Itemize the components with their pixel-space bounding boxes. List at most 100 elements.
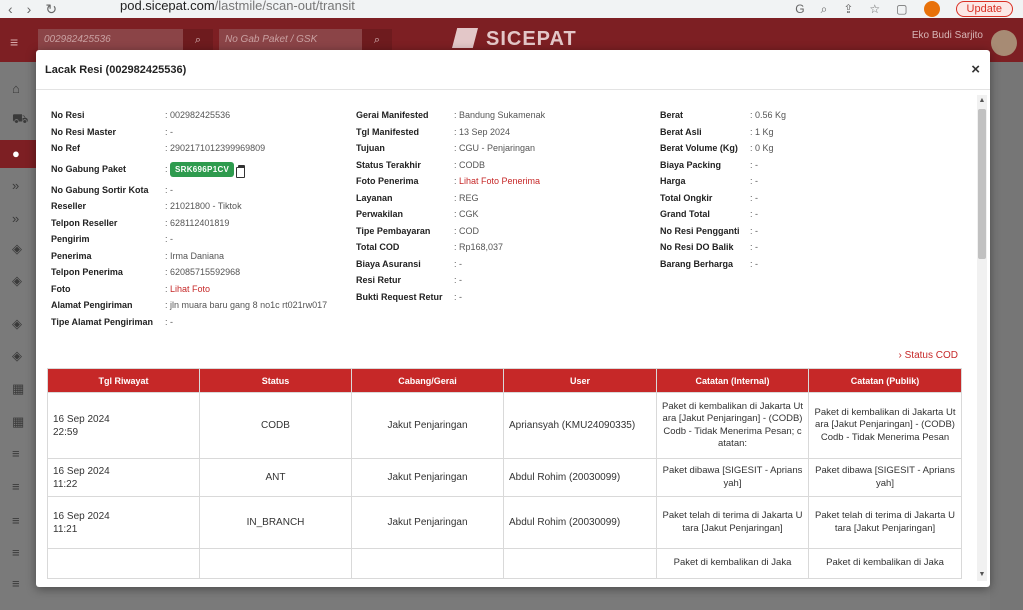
- box-icon[interactable]: ◈: [12, 349, 26, 363]
- info-value: -: [170, 184, 174, 195]
- info-no-resi-do-balik: No Resi DO Balik: -: [660, 242, 759, 253]
- avatar[interactable]: [991, 30, 1017, 56]
- cell-note-public: Paket dibawa [SIGESIT - Apriansyah]: [808, 458, 962, 497]
- cell-user: [503, 548, 657, 579]
- info-foto-penerima: Foto Penerima: Lihat Foto Penerima: [356, 176, 541, 187]
- info-no-gabung-sortir: No Gabung Sortir Kota: -: [51, 184, 174, 195]
- info-column-3: Berat: 0.56 Kg Berat Asli: 1 Kg Berat Vo…: [660, 107, 786, 272]
- home-icon[interactable]: ⌂: [12, 82, 26, 96]
- gabung-search-input[interactable]: No Gab Paket / GSK: [219, 29, 365, 51]
- back-icon[interactable]: ‹: [8, 1, 13, 17]
- info-label: No Resi Pengganti: [660, 225, 740, 236]
- info-label: Biaya Packing: [660, 159, 722, 170]
- scroll-up-icon[interactable]: ▲: [978, 97, 986, 105]
- info-status-terakhir: Status Terakhir: CODB: [356, 159, 486, 170]
- info-label: No Resi DO Balik: [660, 242, 734, 253]
- info-label: No Ref: [51, 143, 80, 154]
- copy-icon[interactable]: [236, 164, 246, 178]
- cell-note-internal: Paket dibawa [SIGESIT - Apriansyah]: [656, 458, 809, 497]
- info-value: -: [755, 192, 759, 203]
- scrollbar-thumb[interactable]: [978, 109, 986, 259]
- info-label: Perwakilan: [356, 209, 404, 220]
- info-value: 1 Kg: [755, 126, 774, 137]
- table-row: 16 Sep 2024 22:59 CODB Jakut Penjaringan …: [47, 392, 962, 459]
- box-icon[interactable]: ◈: [12, 317, 26, 331]
- cell-user: Apriansyah (KMU24090335): [503, 392, 657, 459]
- info-value: 628112401819: [170, 217, 230, 228]
- info-resi-retur: Resi Retur: -: [356, 275, 463, 286]
- list-icon[interactable]: ≡: [12, 514, 26, 528]
- share-icon[interactable]: ⇪: [843, 2, 853, 16]
- list-icon[interactable]: ≡: [12, 546, 26, 560]
- cell-note-internal: Paket di kembalikan di Jaka: [656, 548, 809, 579]
- list-icon[interactable]: ≡: [12, 577, 26, 591]
- info-gerai-manifested: Gerai Manifested: Bandung Sukamenak: [356, 110, 546, 121]
- info-label: Bukti Request Retur: [356, 291, 443, 302]
- sidebar: ⌂ ⛟ ● » » ◈ ◈ ◈ ◈ ▦ ▦ ≡ ≡ ≡ ≡ ≡: [0, 62, 40, 610]
- info-label: Barang Berharga: [660, 258, 734, 269]
- url-path: /lastmile/scan-out/transit: [214, 0, 355, 13]
- box-icon[interactable]: ◈: [12, 242, 26, 256]
- cell-date-day: 16 Sep 2024: [53, 465, 110, 477]
- menu-icon[interactable]: ≡: [10, 34, 18, 50]
- info-value: -: [170, 316, 174, 327]
- info-no-resi-pengganti: No Resi Pengganti: -: [660, 225, 759, 236]
- boxes-icon[interactable]: ▦: [12, 415, 26, 429]
- scroll-down-icon[interactable]: ▼: [978, 571, 986, 579]
- modal-scrollbar[interactable]: ▲ ▼: [977, 95, 987, 581]
- truck-icon[interactable]: ⛟: [12, 112, 28, 126]
- cell-date-day: 16 Sep 2024: [53, 510, 110, 522]
- lihat-foto-penerima-link[interactable]: Lihat Foto Penerima: [459, 176, 540, 186]
- profile-avatar[interactable]: [923, 1, 940, 17]
- tab-icon[interactable]: ▢: [896, 2, 907, 16]
- lihat-foto-link[interactable]: Lihat Foto: [170, 284, 210, 294]
- cell-status: IN_BRANCH: [199, 496, 352, 549]
- close-icon[interactable]: ×: [971, 61, 980, 78]
- cell-branch: Jakut Penjaringan: [351, 496, 504, 549]
- info-total-cod: Total COD: Rp168,037: [356, 242, 504, 253]
- info-value: -: [459, 258, 463, 269]
- info-label: Berat: [660, 110, 684, 121]
- boxes-icon[interactable]: ▦: [12, 382, 26, 396]
- info-penerima: Penerima: Irma Daniana: [51, 250, 225, 261]
- chevrons-down-icon[interactable]: »: [12, 179, 26, 193]
- background-content: [990, 62, 1023, 610]
- modal-body: No Resi: 002982425536 No Resi Master: - …: [36, 91, 974, 587]
- list-icon[interactable]: ≡: [12, 480, 26, 494]
- google-icon[interactable]: G: [795, 2, 804, 16]
- reload-icon[interactable]: ↻: [45, 1, 57, 18]
- cell-date-time: 11:21: [53, 523, 78, 535]
- cell-note-public: Paket di kembalikan di Jakarta Utara [Ja…: [808, 392, 962, 459]
- forward-icon[interactable]: ›: [27, 1, 32, 17]
- table-row: 16 Sep 2024 11:21 IN_BRANCH Jakut Penjari…: [47, 496, 962, 549]
- info-label: Tujuan: [356, 143, 385, 154]
- cell-status: ANT: [199, 458, 352, 497]
- cell-date-time: 11:22: [53, 478, 78, 490]
- status-cod-link[interactable]: › Status COD: [899, 350, 958, 361]
- info-no-resi-master: No Resi Master: -: [51, 126, 174, 137]
- info-no-gabung-paket: No Gabung Paket: SRK696P1CV: [51, 157, 327, 182]
- address-bar[interactable]: pod.sicepat.com/lastmile/scan-out/transi…: [120, 0, 355, 13]
- gabung-paket-badge[interactable]: SRK696P1CV: [170, 161, 235, 177]
- info-foto: Foto: Lihat Foto: [51, 283, 211, 294]
- info-label: Biaya Asuransi: [356, 258, 421, 269]
- list-icon[interactable]: ≡: [12, 447, 26, 461]
- search-icon[interactable]: ⌕: [821, 2, 828, 17]
- info-berat-volume: Berat Volume (Kg): 0 Kg: [660, 143, 774, 154]
- star-icon[interactable]: ☆: [869, 2, 880, 16]
- info-label: Telpon Reseller: [51, 217, 118, 228]
- location-icon[interactable]: ●: [12, 147, 26, 161]
- resi-search-input[interactable]: 002982425536: [38, 29, 186, 51]
- info-value: CODB: [459, 159, 486, 170]
- lacak-resi-modal: Lacak Resi (002982425536) × No Resi: 002…: [36, 50, 990, 587]
- info-biaya-asuransi: Biaya Asuransi: -: [356, 258, 463, 269]
- search-icon[interactable]: ⌕: [362, 29, 392, 51]
- info-value: 0 Kg: [755, 143, 774, 154]
- chevrons-down-icon[interactable]: »: [12, 212, 26, 226]
- info-tujuan: Tujuan: CGU - Penjaringan: [356, 143, 536, 154]
- search-icon[interactable]: ⌕: [183, 29, 213, 51]
- update-button[interactable]: Update: [955, 1, 1013, 17]
- modal-title: Lacak Resi (002982425536): [45, 64, 187, 76]
- info-value: -: [170, 234, 174, 245]
- box-icon[interactable]: ◈: [12, 274, 26, 288]
